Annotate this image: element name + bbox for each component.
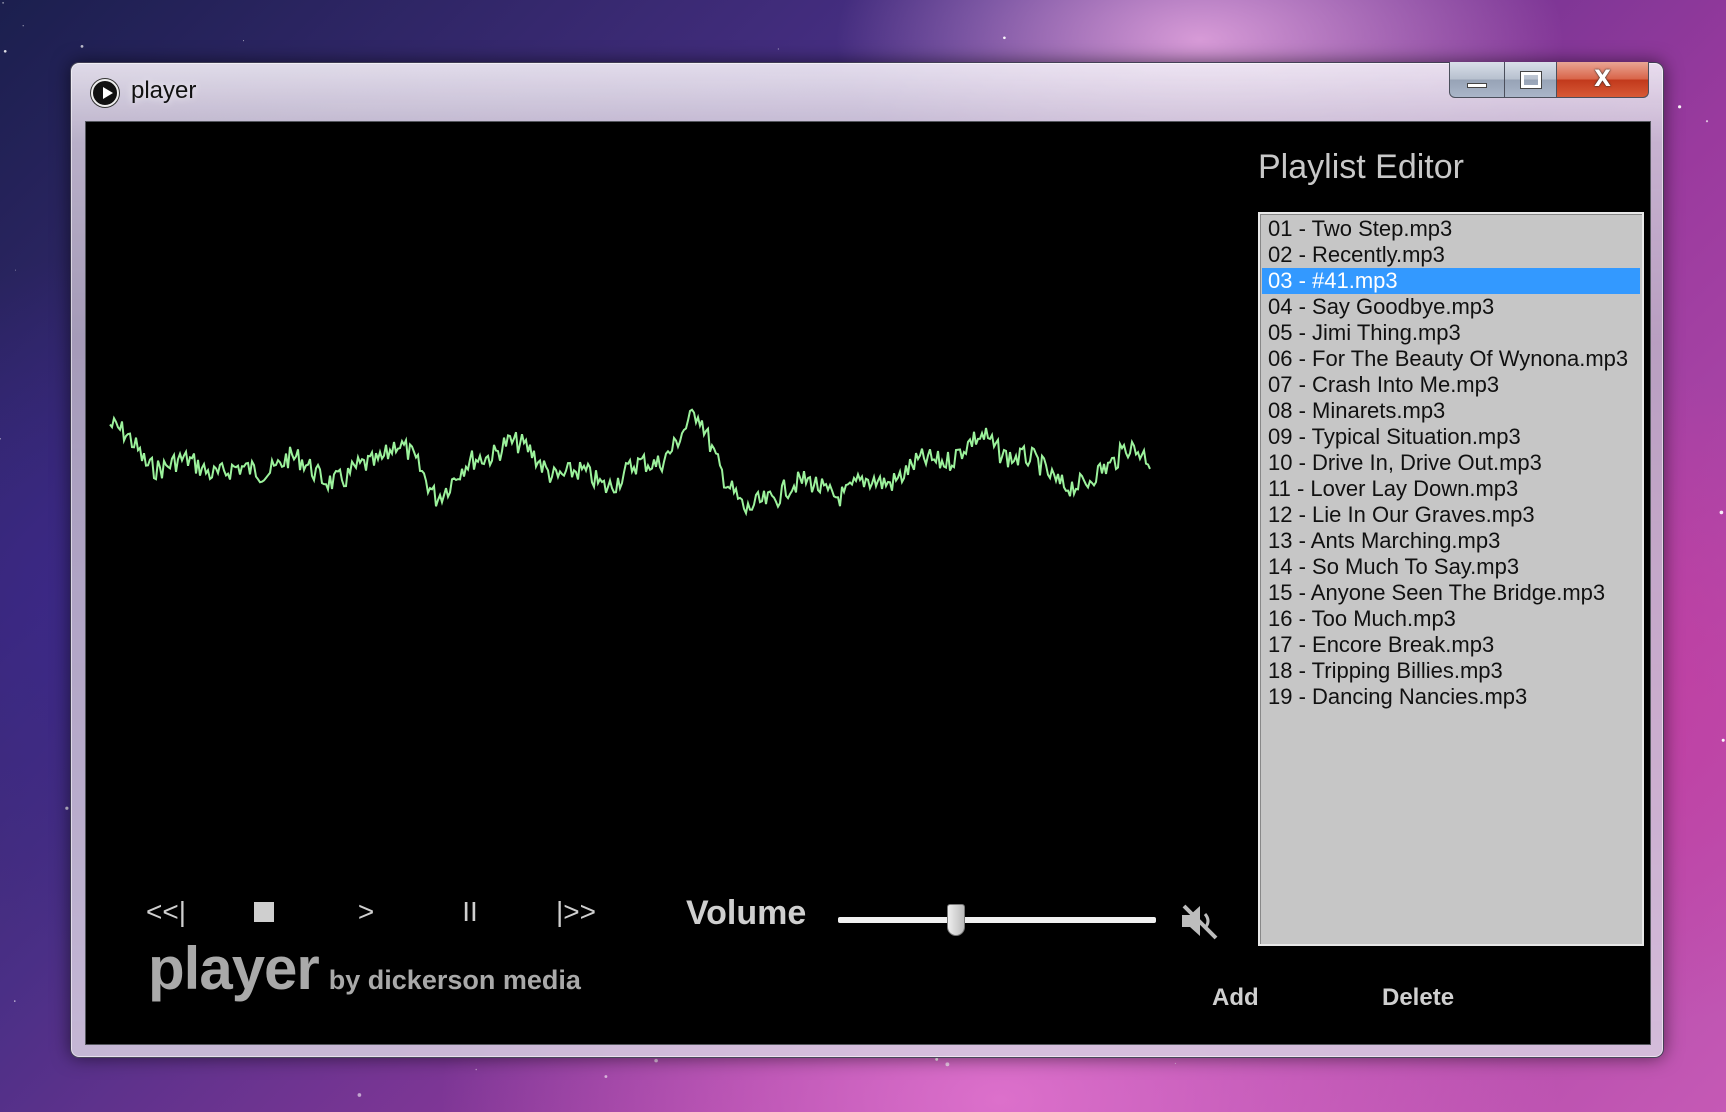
star (654, 1058, 658, 1063)
playlist-item[interactable]: 13 - Ants Marching.mp3 (1262, 528, 1640, 554)
play-button[interactable]: > (338, 892, 394, 932)
star (945, 1062, 950, 1067)
close-icon: X (1594, 67, 1611, 92)
window-title: player (131, 77, 197, 104)
star (1174, 1062, 1176, 1064)
next-button[interactable]: |>> (538, 892, 614, 932)
playlist-item[interactable]: 04 - Say Goodbye.mp3 (1262, 294, 1640, 320)
star (935, 1057, 939, 1061)
star (475, 1068, 478, 1071)
playlist-item[interactable]: 03 - #41.mp3 (1262, 268, 1640, 294)
minimize-button[interactable] (1449, 62, 1505, 98)
playlist-item[interactable]: 08 - Minarets.mp3 (1262, 398, 1640, 424)
stop-button[interactable] (234, 892, 294, 932)
playlist-item[interactable]: 15 - Anyone Seen The Bridge.mp3 (1262, 580, 1640, 606)
volume-slider-thumb[interactable] (946, 904, 965, 936)
star (243, 40, 245, 42)
star (0, 437, 1, 440)
maximize-button[interactable] (1505, 62, 1557, 98)
previous-button[interactable]: <<| (130, 892, 202, 932)
add-button[interactable]: Add (1212, 984, 1259, 1012)
playlist-item[interactable]: 16 - Too Much.mp3 (1262, 606, 1640, 632)
star (65, 806, 69, 810)
star (14, 1000, 16, 1002)
stop-icon (254, 902, 274, 922)
player-window: player X Playlist Editor 01 - Two Step.m… (70, 62, 1664, 1058)
minimize-icon (1467, 83, 1487, 88)
playlist-item[interactable]: 07 - Crash Into Me.mp3 (1262, 372, 1640, 398)
branding: player by dickerson media (148, 934, 581, 1003)
playlist-item[interactable]: 14 - So Much To Say.mp3 (1262, 554, 1640, 580)
star (777, 48, 780, 50)
volume-label: Volume (686, 894, 807, 932)
player-client-area: Playlist Editor 01 - Two Step.mp3 02 - Re… (85, 121, 1651, 1045)
star (357, 1093, 362, 1097)
playlist-item[interactable]: 05 - Jimi Thing.mp3 (1262, 320, 1640, 346)
playlist-item[interactable]: 11 - Lover Lay Down.mp3 (1262, 476, 1640, 502)
playlist-item[interactable]: 12 - Lie In Our Graves.mp3 (1262, 502, 1640, 528)
delete-button[interactable]: Delete (1382, 984, 1454, 1012)
star (604, 1075, 608, 1078)
playlist-item[interactable]: 10 - Drive In, Drive Out.mp3 (1262, 450, 1640, 476)
close-button[interactable]: X (1557, 62, 1649, 98)
brand-name: player (148, 935, 320, 1002)
star (1721, 738, 1725, 742)
playlist-listbox[interactable]: 01 - Two Step.mp3 02 - Recently.mp3 03 - #… (1258, 212, 1644, 946)
star (22, 25, 24, 27)
star (14, 269, 17, 271)
play-circle-icon[interactable] (91, 79, 119, 107)
playlist-item[interactable]: 18 - Tripping Billies.mp3 (1262, 658, 1640, 684)
playlist-item[interactable]: 02 - Recently.mp3 (1262, 242, 1640, 268)
star (3, 49, 7, 53)
playlist-item[interactable]: 17 - Encore Break.mp3 (1262, 632, 1640, 658)
playlist-editor-title: Playlist Editor (1258, 148, 1464, 186)
star (1003, 36, 1006, 40)
playlist-item[interactable]: 09 - Typical Situation.mp3 (1262, 424, 1640, 450)
pause-button[interactable]: II (442, 892, 498, 932)
star (2, 1, 5, 4)
playlist-item[interactable]: 06 - For The Beauty Of Wynona.mp3 (1262, 346, 1640, 372)
volume-slider-track[interactable] (838, 917, 1156, 923)
playlist-item[interactable]: 01 - Two Step.mp3 (1262, 216, 1640, 242)
speaker-muted-icon[interactable] (1178, 900, 1220, 942)
star (1719, 510, 1724, 515)
caption-buttons: X (1449, 62, 1649, 98)
volume-slider[interactable] (838, 904, 1156, 936)
waveform-line (109, 408, 1151, 517)
maximize-icon (1519, 70, 1542, 89)
star (1678, 105, 1682, 109)
star (1705, 120, 1709, 123)
star (80, 45, 84, 48)
playlist-item[interactable]: 19 - Dancing Nancies.mp3 (1262, 684, 1640, 710)
brand-byline: by dickerson media (328, 965, 581, 995)
